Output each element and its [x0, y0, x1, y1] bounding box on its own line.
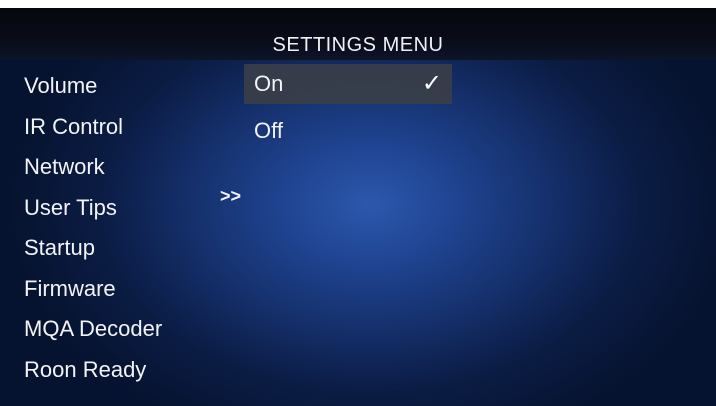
option-label: On	[254, 71, 284, 96]
user-tips-options: On ✓ Off	[244, 64, 454, 151]
menu-item-mqa-decoder[interactable]: MQA Decoder	[24, 309, 244, 350]
option-label: Off	[254, 118, 283, 143]
settings-screen: SETTINGS MENU Volume IR Control Network …	[0, 0, 716, 406]
menu-item-network[interactable]: Network	[24, 147, 244, 188]
menu-item-roon-ready[interactable]: Roon Ready	[24, 350, 244, 391]
option-off[interactable]: Off	[244, 111, 452, 151]
menu-item-ir-control[interactable]: IR Control	[24, 107, 244, 148]
settings-menu-list: Volume IR Control Network User Tips Star…	[24, 66, 244, 390]
active-item-indicator-icon: >>	[220, 186, 242, 206]
menu-item-volume[interactable]: Volume	[24, 66, 244, 107]
menu-item-user-tips[interactable]: User Tips	[24, 188, 244, 229]
option-on[interactable]: On ✓	[244, 64, 452, 104]
checkmark-icon: ✓	[421, 70, 442, 97]
top-border	[0, 0, 716, 8]
menu-item-firmware[interactable]: Firmware	[24, 269, 244, 310]
menu-item-startup[interactable]: Startup	[24, 228, 244, 269]
page-title: SETTINGS MENU	[272, 34, 444, 56]
